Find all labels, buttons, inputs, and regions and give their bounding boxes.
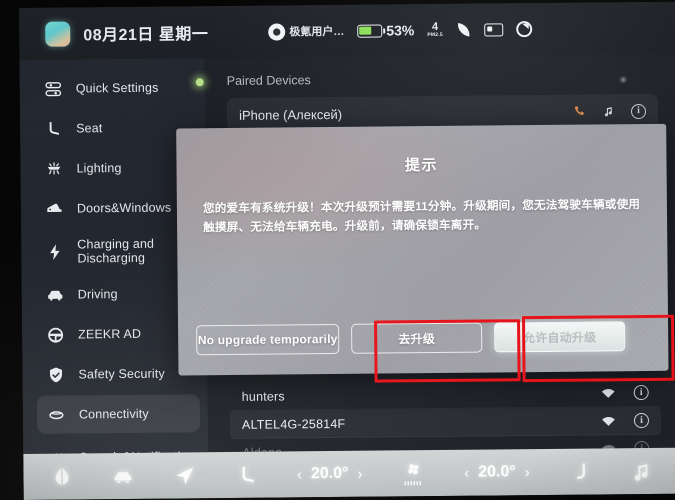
- music-icon[interactable]: [629, 459, 653, 483]
- sidebar-item-label: Lighting: [76, 160, 122, 176]
- indicator-led: [195, 78, 204, 87]
- door-icon: [45, 199, 64, 218]
- card-icon[interactable]: [483, 22, 503, 37]
- temp-decrease-button[interactable]: ‹: [464, 464, 469, 481]
- sliders-icon: [44, 79, 63, 98]
- sidebar-item-label: Quick Settings: [75, 80, 159, 96]
- sidebar-item-label: ZEEKR AD: [78, 326, 142, 342]
- paired-device-name: iPhone (Алексей): [238, 106, 343, 123]
- sidebar-item-safety-security[interactable]: Safety Security: [36, 354, 199, 394]
- no-upgrade-temporarily-button[interactable]: No upgrade temporarily: [196, 323, 340, 356]
- left-temperature-value: 20.0°: [310, 464, 349, 483]
- battery-percent-label: 53%: [386, 22, 415, 39]
- zeekr-logo-icon[interactable]: [45, 21, 71, 47]
- sidebar-item-label: Driving: [77, 286, 118, 302]
- temp-increase-button[interactable]: ›: [525, 464, 530, 481]
- navigation-icon[interactable]: [173, 463, 197, 487]
- annotation-box-go-upgrade: [374, 319, 521, 383]
- car-icon: [46, 285, 65, 304]
- sidebar-item-label: Connectivity: [78, 406, 149, 422]
- seat-icon: [44, 119, 63, 138]
- sidebar-item-connectivity[interactable]: Connectivity: [36, 394, 201, 434]
- wifi-signal-lock-icon: [601, 415, 616, 427]
- right-temperature-value: 20.0°: [478, 463, 516, 481]
- sidebar-item-zeekr-ad[interactable]: ZEEKR AD: [36, 314, 199, 354]
- lighting-icon: [44, 159, 63, 178]
- info-icon[interactable]: i: [630, 103, 647, 119]
- info-icon[interactable]: i: [633, 384, 649, 401]
- right-temperature-control[interactable]: ‹ 20.0° ›: [464, 463, 530, 482]
- wifi-ssid: ALTEL4G-25814F: [241, 416, 346, 432]
- seat-heat-icon[interactable]: [235, 463, 259, 487]
- status-bar: 08月21日 星期一 极氪用户… 53% 4 PM2.5: [19, 1, 675, 60]
- pm25-icon[interactable]: 4 PM2.5: [427, 21, 443, 39]
- wifi-signal-lock-icon: [601, 387, 616, 399]
- annotation-box-allow-auto-upgrade: [521, 314, 675, 383]
- defrost-icon[interactable]: [49, 464, 73, 488]
- music-note-icon[interactable]: [602, 104, 615, 118]
- info-icon[interactable]: i: [633, 412, 650, 429]
- air-purifier-leaf-icon[interactable]: [456, 23, 471, 37]
- fan-icon[interactable]: [400, 458, 426, 488]
- sidebar-item-label: Safety Security: [78, 366, 165, 382]
- bolt-icon: [45, 242, 64, 261]
- wifi-row[interactable]: hunters i: [229, 378, 661, 411]
- sidebar-item-lighting[interactable]: Lighting: [34, 148, 197, 188]
- sidebar-item-label: Doors&Windows: [76, 200, 172, 216]
- sidebar-item-charging-and-discharging[interactable]: Charging and Discharging: [35, 228, 198, 274]
- photograph-of-head-unit: 08月21日 星期一 极氪用户… 53% 4 PM2.5 Quick Setti…: [0, 0, 675, 500]
- paired-devices-title: Paired Devices: [226, 73, 311, 89]
- car-climate-icon[interactable]: [111, 464, 135, 488]
- sidebar-item-driving[interactable]: Driving: [36, 274, 199, 314]
- temp-increase-button[interactable]: ›: [357, 465, 362, 482]
- car-infotainment-screen: 08月21日 星期一 极氪用户… 53% 4 PM2.5 Quick Setti…: [19, 1, 675, 500]
- wifi-network-list: hunters i ALTEL4G-25814F i Ald: [207, 378, 675, 467]
- battery-indicator: 53%: [357, 22, 414, 39]
- sidebar-item-doors-windows[interactable]: Doors&Windows: [35, 188, 198, 228]
- screen-speck: [620, 77, 626, 83]
- wifi-row[interactable]: ALTEL4G-25814F i: [229, 406, 662, 439]
- temp-decrease-button[interactable]: ‹: [297, 466, 302, 483]
- wifi-ssid: hunters: [241, 388, 285, 404]
- left-temperature-control[interactable]: ‹ 20.0° ›: [297, 465, 363, 484]
- sidebar-item-seat[interactable]: Seat: [34, 108, 197, 148]
- sidebar-item-label: Seat: [76, 121, 103, 136]
- seat-vent-icon[interactable]: [567, 460, 591, 484]
- steering-wheel-icon: [46, 325, 65, 344]
- dialog-message: 您的爱车有系统升级！本次升级预计需要11分钟。升级期间，您无法驾驶车辆或使用触摸…: [202, 198, 641, 235]
- refresh-icon[interactable]: [515, 21, 532, 38]
- user-account-label: 极氪用户…: [289, 25, 345, 39]
- sidebar-item-label: Charging and Discharging: [77, 236, 155, 266]
- battery-icon: [357, 24, 383, 38]
- status-date: 08月21日 星期一: [83, 26, 209, 45]
- sidebar-item-quick-settings[interactable]: Quick Settings: [34, 68, 197, 108]
- climate-bottom-bar: ‹ 20.0° › ‹ 20.0° ›: [23, 447, 675, 500]
- user-account-button[interactable]: 极氪用户…: [268, 22, 345, 41]
- dialog-title: 提示: [404, 156, 439, 175]
- fan-vent-lines-icon: [404, 481, 422, 486]
- shield-check-icon: [46, 365, 65, 384]
- user-account-icon: [268, 22, 286, 41]
- pm25-label: PM2.5: [427, 31, 443, 39]
- bluetooth-link-icon: [47, 405, 66, 424]
- phone-call-icon[interactable]: [572, 105, 586, 119]
